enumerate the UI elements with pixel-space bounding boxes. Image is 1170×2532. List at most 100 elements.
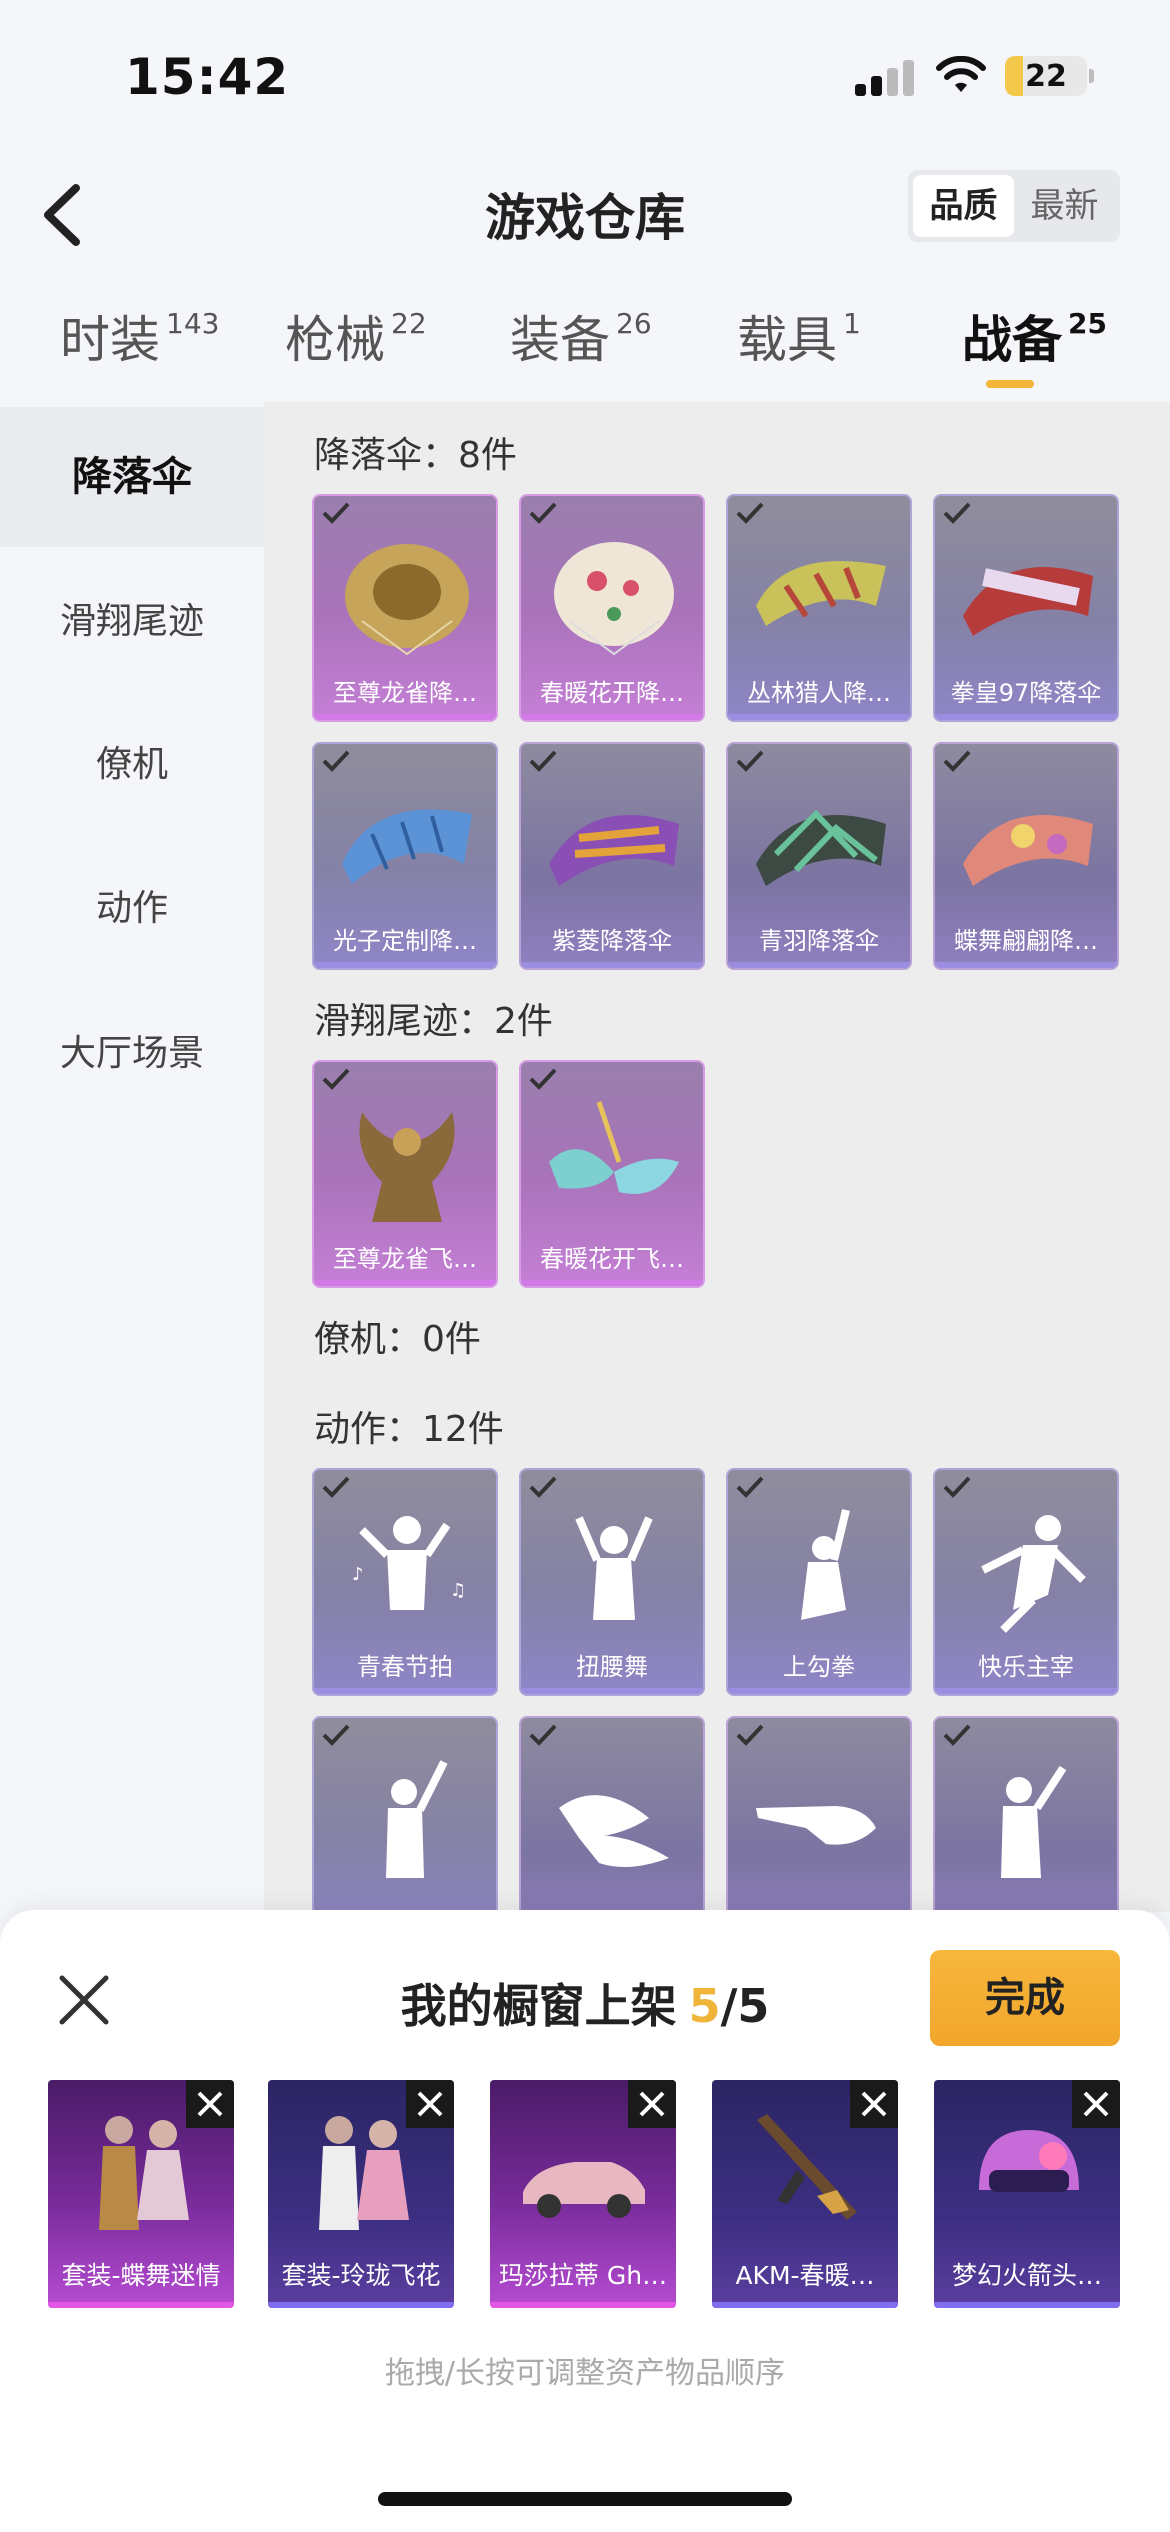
- check-icon: [943, 1724, 971, 1746]
- item-card[interactable]: 拳皇97降落伞: [933, 494, 1119, 722]
- check-icon: [529, 1724, 557, 1746]
- item-card[interactable]: 丛林猎人降…: [726, 494, 912, 722]
- item-label: 光子定制降…: [333, 927, 477, 955]
- item-label: 青春节拍: [357, 1653, 453, 1681]
- done-button[interactable]: 完成: [930, 1950, 1120, 2046]
- section-title-wingman: 僚机：0件: [314, 1319, 481, 1360]
- sidebar-item-parachute[interactable]: 降落伞: [0, 407, 264, 547]
- tab-weapons[interactable]: 枪械 22: [285, 300, 427, 372]
- item-card[interactable]: 光子定制降…: [312, 742, 498, 970]
- check-icon: [529, 750, 557, 772]
- sidebar-item-wingman[interactable]: 僚机: [0, 695, 264, 835]
- item-card[interactable]: [519, 1716, 705, 1912]
- shelf-item[interactable]: AKM-春暖…: [712, 2080, 898, 2308]
- parachute-image: [549, 815, 679, 886]
- category-tabs: 时装 143 枪械 22 装备 26 载具 1 战备 25: [0, 290, 1170, 400]
- shelf-item[interactable]: 套装-蝶舞迷情: [48, 2080, 234, 2308]
- check-icon: [736, 1724, 764, 1746]
- item-card[interactable]: 扭腰舞: [519, 1468, 705, 1696]
- item-label: 春暖花开降…: [540, 679, 684, 707]
- remove-icon[interactable]: [186, 2080, 234, 2128]
- item-card[interactable]: 春暖花开飞…: [519, 1060, 705, 1288]
- parachute-image: [963, 567, 1093, 636]
- item-card[interactable]: [312, 1716, 498, 1912]
- content-area: 降落伞 滑翔尾迹 僚机 动作 大厅场景 降落伞：8件 至尊龙雀降… 春暖花开降……: [0, 402, 1170, 1912]
- tab-fashion[interactable]: 时装 143: [60, 300, 219, 372]
- item-label: 丛林猎人降…: [747, 679, 891, 707]
- item-label: 春暖花开飞…: [540, 1245, 684, 1273]
- tab-count: 22: [391, 307, 427, 341]
- sidebar-item-emote[interactable]: 动作: [0, 839, 264, 979]
- item-card[interactable]: 至尊龙雀降…: [312, 494, 498, 722]
- emote-image: [386, 1760, 448, 1878]
- check-icon: [736, 750, 764, 772]
- item-card[interactable]: [726, 1716, 912, 1912]
- tab-vehicles[interactable]: 载具 1: [737, 300, 861, 372]
- battery-nub: [1089, 69, 1094, 83]
- item-card[interactable]: 快乐主宰: [933, 1468, 1119, 1696]
- sort-option-quality[interactable]: 品质: [913, 175, 1014, 237]
- check-icon: [736, 1476, 764, 1498]
- item-card[interactable]: 至尊龙雀飞…: [312, 1060, 498, 1288]
- item-card[interactable]: [933, 1716, 1119, 1912]
- parachute-image: [756, 561, 886, 626]
- battery-level: 22: [1025, 59, 1067, 94]
- check-icon: [322, 502, 350, 524]
- remove-icon[interactable]: [406, 2080, 454, 2128]
- item-card[interactable]: 青羽降落伞: [726, 742, 912, 970]
- section-title-parachute: 降落伞：8件: [314, 435, 517, 476]
- sidebar-item-glide-trail[interactable]: 滑翔尾迹: [0, 552, 264, 692]
- tab-equipment[interactable]: 装备 26: [510, 300, 652, 372]
- item-label: 紫菱降落伞: [552, 927, 672, 955]
- shelf-item-label: AKM-春暖…: [735, 2261, 875, 2290]
- sidebar: 降落伞 滑翔尾迹 僚机 动作 大厅场景: [0, 402, 264, 1912]
- remove-icon[interactable]: [628, 2080, 676, 2128]
- emote-image: [1001, 1765, 1067, 1878]
- sort-option-newest[interactable]: 最新: [1014, 175, 1115, 237]
- tab-label: 枪械: [285, 311, 385, 369]
- sheet-count-current: 5: [688, 1979, 721, 2033]
- svg-text:♫: ♫: [450, 1580, 466, 1601]
- item-card[interactable]: 春暖花开降…: [519, 494, 705, 722]
- sort-toggle: 品质 最新: [908, 170, 1120, 242]
- check-icon: [529, 1476, 557, 1498]
- item-label: 至尊龙雀飞…: [333, 1245, 477, 1273]
- parachute-image: [342, 809, 472, 884]
- emote-image: [756, 1806, 876, 1845]
- check-icon: [529, 502, 557, 524]
- sidebar-item-lobby-scene[interactable]: 大厅场景: [0, 984, 264, 1124]
- tab-count: 26: [616, 307, 652, 341]
- check-icon: [943, 750, 971, 772]
- tab-label: 战备: [962, 311, 1062, 369]
- emote-image: ♪♫: [352, 1516, 466, 1610]
- tab-tactical[interactable]: 战备 25: [962, 300, 1107, 372]
- item-label: 扭腰舞: [576, 1653, 648, 1681]
- sheet-title-text: 我的橱窗上架: [400, 1979, 677, 2033]
- item-card[interactable]: 紫菱降落伞: [519, 742, 705, 970]
- showcase-sheet: 我的橱窗上架 5/5 完成 套装-蝶舞迷情 套装-玲珑飞花 玛莎拉蒂 Gh… AK…: [0, 1910, 1170, 2532]
- emote-image: [575, 1516, 653, 1620]
- check-icon: [736, 502, 764, 524]
- parachute-image: [554, 542, 674, 656]
- parachute-image: [963, 815, 1093, 886]
- shelf-item[interactable]: 套装-玲珑飞花: [268, 2080, 454, 2308]
- item-list: 降落伞：8件 至尊龙雀降… 春暖花开降… 丛林猎人降… 拳皇97降落伞 光子定制…: [264, 402, 1170, 1912]
- item-label: 至尊龙雀降…: [333, 679, 477, 707]
- active-tab-indicator: [986, 380, 1034, 388]
- svg-text:♪: ♪: [352, 1564, 364, 1585]
- shelf-item[interactable]: 梦幻火箭头…: [934, 2080, 1120, 2308]
- tab-label: 装备: [510, 311, 610, 369]
- check-icon: [322, 1068, 350, 1090]
- check-icon: [943, 502, 971, 524]
- item-card[interactable]: 蝶舞翩翩降…: [933, 742, 1119, 970]
- shelf-item[interactable]: 玛莎拉蒂 Gh…: [490, 2080, 676, 2308]
- emote-image: [801, 1509, 850, 1620]
- remove-icon[interactable]: [1072, 2080, 1120, 2128]
- shelf-item-label: 套装-蝶舞迷情: [61, 2261, 221, 2290]
- item-card[interactable]: 上勾拳: [726, 1468, 912, 1696]
- shelf-item-label: 梦幻火箭头…: [951, 2261, 1102, 2290]
- remove-icon[interactable]: [850, 2080, 898, 2128]
- tab-label: 时装: [60, 311, 160, 369]
- shelf-item-label: 玛莎拉蒂 Gh…: [498, 2261, 668, 2290]
- item-card[interactable]: ♪ ♫ 青春节拍: [312, 1468, 498, 1696]
